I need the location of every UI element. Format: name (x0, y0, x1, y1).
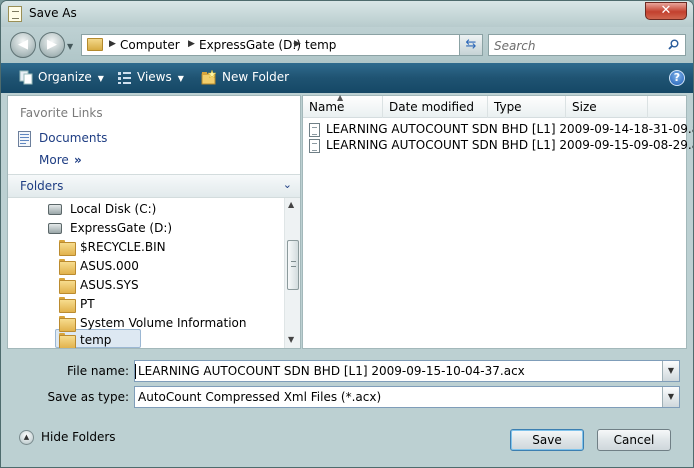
favorite-link-label: Documents (39, 131, 108, 145)
folder-icon (87, 38, 103, 51)
refresh-button[interactable]: ⇆ (459, 34, 483, 56)
file-list-item[interactable]: LEARNING AUTOCOUNT SDN BHD [L1] 2009-09-… (309, 138, 693, 154)
tree-item-label: Local Disk (C:) (70, 202, 157, 216)
organize-button[interactable]: Organize ▼ (38, 70, 104, 84)
scroll-down-arrow-icon[interactable]: ▼ (288, 335, 294, 344)
search-placeholder: Search (494, 39, 536, 53)
documents-icon (18, 131, 31, 147)
grip-icon (291, 261, 296, 267)
tree-item-label: System Volume Information (80, 316, 247, 330)
search-input[interactable]: Search (488, 34, 686, 56)
more-links[interactable]: More (39, 153, 69, 167)
tree-item-label: PT (80, 297, 95, 311)
more-chevrons-icon[interactable]: » (74, 153, 82, 167)
folder-icon (59, 259, 76, 275)
favorite-link-documents[interactable]: Documents (16, 129, 292, 149)
collapse-chevron-icon[interactable]: ⌄ (283, 178, 292, 191)
column-header-size[interactable]: Size (566, 96, 648, 118)
folder-icon (59, 297, 76, 313)
navigation-pane: Favorite Links Documents More » Folders … (7, 95, 301, 349)
organize-label: Organize (38, 70, 92, 84)
breadcrumb-expressgate[interactable]: ExpressGate (D:) (199, 38, 301, 52)
save-as-dialog: Save As ✕ ◀ ▶ ▼ ▶ Computer ▶ ExpressGate… (0, 0, 694, 468)
hide-folders-label: Hide Folders (41, 430, 116, 444)
tree-item-label: ASUS.SYS (80, 278, 139, 292)
file-name-field[interactable]: LEARNING AUTOCOUNT SDN BHD [L1] 2009-09-… (134, 360, 680, 382)
folder-icon (59, 278, 76, 294)
save-as-type-value: AutoCount Compressed Xml Files (*.acx) (138, 390, 382, 404)
breadcrumb-separator-icon[interactable]: ▶ (109, 39, 116, 49)
views-icon (118, 72, 131, 84)
tree-item-label: ExpressGate (D:) (70, 221, 173, 235)
close-icon: ✕ (660, 3, 672, 18)
folder-icon (59, 240, 76, 256)
file-icon (309, 123, 320, 137)
views-button[interactable]: Views ▼ (137, 70, 184, 84)
forward-button[interactable]: ▶ (39, 32, 65, 58)
folders-heading: Folders (20, 179, 64, 193)
file-name-label: File name: (67, 364, 129, 378)
command-toolbar: Organize ▼ Views ▼ New Folder ? (1, 63, 693, 93)
dropdown-arrow-icon: ▼ (177, 74, 184, 83)
back-arrow-icon: ◀ (18, 37, 28, 52)
close-button[interactable]: ✕ (645, 2, 687, 20)
search-icon[interactable] (668, 39, 679, 50)
column-header-type[interactable]: Type (488, 96, 566, 118)
file-name: LEARNING AUTOCOUNT SDN BHD [L1] 2009-09-… (326, 122, 694, 136)
file-name: LEARNING AUTOCOUNT SDN BHD [L1] 2009-09-… (326, 138, 694, 152)
breadcrumb[interactable]: ▶ Computer ▶ ExpressGate (D:) ▶ temp ▼ (81, 34, 483, 56)
title-bar: Save As ✕ (1, 1, 693, 27)
breadcrumb-separator-icon[interactable]: ▶ (188, 39, 195, 49)
save-as-type-label: Save as type: (47, 390, 129, 404)
text-caret (135, 364, 136, 379)
column-header-date-modified[interactable]: Date modified (383, 96, 488, 118)
recent-pages-dropdown-icon[interactable]: ▼ (67, 42, 77, 52)
window-title: Save As (29, 6, 77, 20)
breadcrumb-separator-icon[interactable]: ▶ (294, 39, 301, 49)
tree-item-label: temp (80, 333, 112, 347)
refresh-icon: ⇆ (465, 37, 477, 52)
file-list-item[interactable]: LEARNING AUTOCOUNT SDN BHD [L1] 2009-09-… (309, 122, 693, 138)
dropdown-arrow-icon: ▼ (97, 74, 104, 83)
folder-icon (59, 333, 76, 348)
new-folder-button[interactable]: New Folder (222, 70, 289, 84)
file-list-pane: ▲ Name Date modified Type Size LEARNING … (302, 93, 693, 349)
new-folder-icon (201, 70, 216, 85)
forward-arrow-icon: ▶ (47, 37, 57, 52)
folder-icon (59, 316, 76, 332)
file-name-value: LEARNING AUTOCOUNT SDN BHD [L1] 2009-09-… (138, 364, 525, 378)
cancel-button[interactable]: Cancel (597, 429, 671, 451)
column-header-name[interactable]: ▲ Name (303, 93, 383, 118)
column-header-label: Date modified (389, 100, 475, 114)
column-header-label: Size (572, 100, 597, 114)
breadcrumb-temp[interactable]: temp (305, 38, 336, 52)
scrollbar-thumb[interactable] (287, 240, 299, 290)
file-icon (309, 139, 320, 153)
save-button[interactable]: Save (510, 429, 584, 451)
save-as-type-select[interactable]: AutoCount Compressed Xml Files (*.acx) ▼ (134, 386, 680, 408)
drive-icon (48, 204, 62, 215)
tree-item-label: ASUS.000 (80, 259, 139, 273)
file-name-dropdown-icon[interactable]: ▼ (662, 361, 679, 381)
scroll-up-arrow-icon[interactable]: ▲ (288, 200, 294, 209)
breadcrumb-computer[interactable]: Computer (120, 38, 180, 52)
folders-header[interactable]: Folders ⌄ (8, 174, 300, 198)
notepad-icon (8, 6, 22, 22)
collapse-up-icon: ▲ (19, 430, 34, 445)
back-button[interactable]: ◀ (10, 32, 36, 58)
organize-icon (19, 70, 33, 85)
favorite-links-heading: Favorite Links (20, 106, 103, 120)
column-header-label: Name (309, 100, 345, 114)
drive-icon (48, 223, 62, 234)
folder-tree-scrollbar[interactable]: ▲ ▼ (284, 198, 300, 348)
folder-tree: Local Disk (C:) ExpressGate (D:) $RECYCL… (8, 198, 284, 348)
column-headers: ▲ Name Date modified Type Size (303, 93, 686, 118)
save-as-type-dropdown-icon[interactable]: ▼ (662, 387, 679, 407)
views-label: Views (137, 70, 172, 84)
column-header-label: Type (494, 100, 522, 114)
help-icon[interactable]: ? (669, 70, 685, 86)
tree-item-label: $RECYCLE.BIN (80, 240, 166, 254)
